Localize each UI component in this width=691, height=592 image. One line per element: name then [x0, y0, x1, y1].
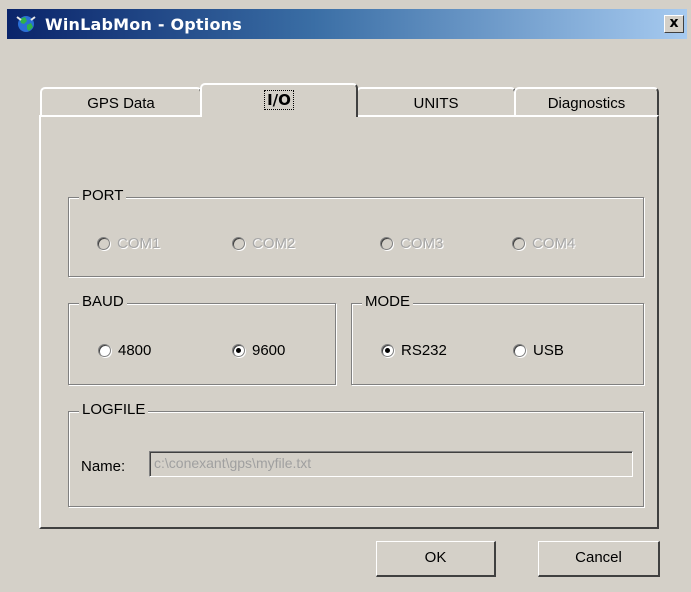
tab-label: Diagnostics [547, 95, 626, 112]
radio-label: USB [533, 342, 564, 359]
radio-indicator [381, 344, 394, 357]
window-title: WinLabMon - Options [45, 15, 242, 34]
port-legend: PORT [79, 187, 127, 204]
logfile-name-label: Name: [81, 458, 126, 475]
radio-indicator [380, 237, 393, 250]
tab-gps-data[interactable]: GPS Data [40, 87, 202, 117]
logfile-legend: LOGFILE [79, 401, 149, 418]
port-group: PORT COM1 COM2 COM3 COM4 [68, 187, 644, 277]
logfile-name-field[interactable]: c:\conexant\gps\myfile.txt [149, 451, 633, 477]
close-button[interactable]: x [664, 15, 684, 33]
radio-indicator [512, 237, 525, 250]
radio-indicator [98, 344, 111, 357]
io-tab-panel: PORT COM1 COM2 COM3 COM4 BAUD 4800 9600 … [39, 115, 659, 529]
radio-label: 9600 [252, 342, 286, 359]
radio-indicator [513, 344, 526, 357]
title-bar[interactable]: WinLabMon - Options x [7, 9, 687, 39]
tab-label: GPS Data [87, 95, 155, 112]
options-dialog: WinLabMon - Options x GPS Data I/O UNITS… [0, 0, 691, 592]
radio-label: COM1 [117, 235, 161, 252]
cancel-button[interactable]: Cancel [538, 541, 660, 577]
port-com4-radio[interactable]: COM4 [512, 235, 575, 252]
baud-legend: BAUD [79, 293, 127, 310]
close-icon: x [669, 15, 679, 31]
tab-io[interactable]: I/O [200, 83, 358, 117]
logfile-group: LOGFILE Name: c:\conexant\gps\myfile.txt [68, 401, 644, 507]
radio-indicator [232, 237, 245, 250]
radio-label: 4800 [118, 342, 152, 359]
radio-indicator [97, 237, 110, 250]
radio-indicator [232, 344, 245, 357]
tab-label: I/O [264, 90, 294, 110]
mode-group: MODE RS232 USB [351, 293, 644, 385]
tab-label: UNITS [413, 95, 459, 112]
tab-diagnostics[interactable]: Diagnostics [514, 87, 659, 117]
mode-rs232-radio[interactable]: RS232 [381, 342, 447, 359]
globe-icon [16, 16, 36, 32]
baud-group: BAUD 4800 9600 [68, 293, 336, 385]
ok-button[interactable]: OK [376, 541, 496, 577]
baud-9600-radio[interactable]: 9600 [232, 342, 285, 359]
radio-label: COM4 [532, 235, 576, 252]
radio-label: RS232 [401, 342, 447, 359]
port-com3-radio[interactable]: COM3 [380, 235, 443, 252]
port-com2-radio[interactable]: COM2 [232, 235, 295, 252]
mode-usb-radio[interactable]: USB [513, 342, 564, 359]
baud-4800-radio[interactable]: 4800 [98, 342, 151, 359]
tab-units[interactable]: UNITS [356, 87, 516, 117]
mode-legend: MODE [362, 293, 413, 310]
port-com1-radio[interactable]: COM1 [97, 235, 160, 252]
radio-label: COM2 [252, 235, 296, 252]
radio-label: COM3 [400, 235, 444, 252]
